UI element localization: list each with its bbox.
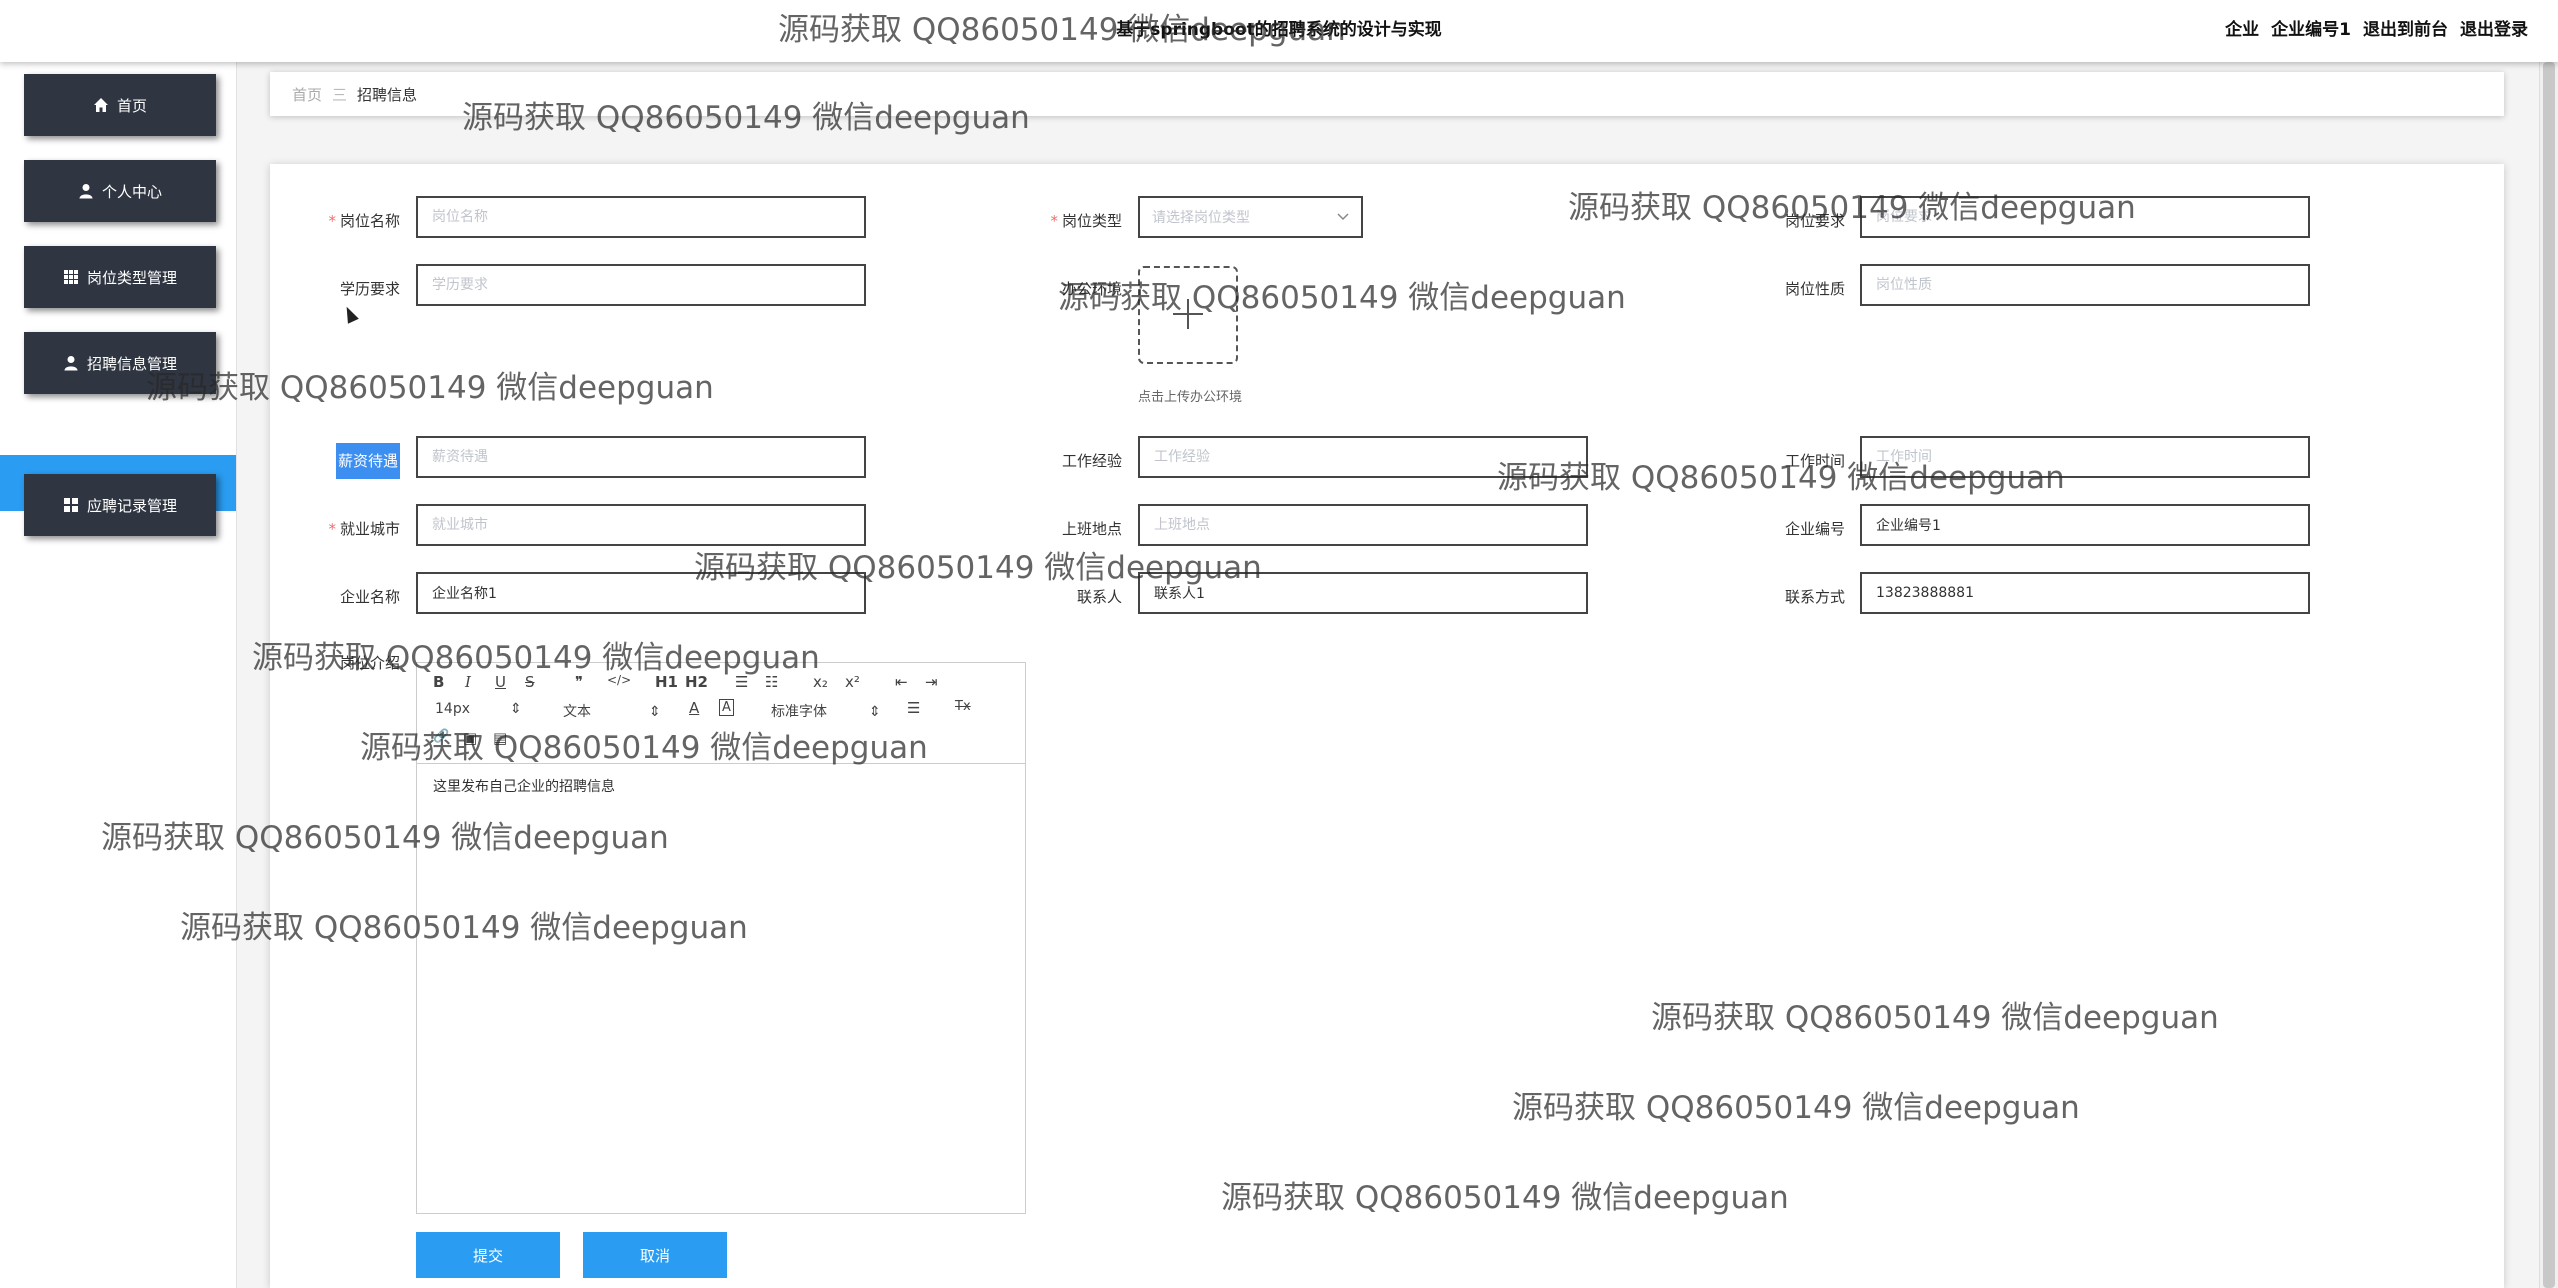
h1-button[interactable]: H1	[655, 673, 678, 691]
back-to-frontend-link[interactable]: 退出到前台	[2363, 15, 2448, 40]
location-label: 上班地点	[1061, 520, 1122, 538]
company-no-input[interactable]	[1860, 504, 2310, 546]
bold-button[interactable]: B	[433, 673, 444, 691]
video-icon[interactable]: ▤	[493, 729, 507, 747]
font-family-picker[interactable]: 标准字体 ⇕	[771, 701, 881, 721]
align-button[interactable]: ☰	[907, 699, 920, 717]
link-icon[interactable]: 🔗	[433, 729, 449, 744]
home-icon	[93, 97, 109, 113]
job-nature-input[interactable]	[1860, 264, 2310, 306]
outdent-button[interactable]: ⇤	[895, 673, 908, 691]
job-requirement-input[interactable]	[1860, 196, 2310, 238]
subscript-button[interactable]: x₂	[813, 673, 828, 691]
role-label: 企业	[2225, 20, 2260, 40]
breadcrumb-current: 招聘信息	[357, 85, 418, 104]
education-input[interactable]	[416, 264, 866, 306]
indent-button[interactable]: ⇥	[925, 673, 938, 691]
ordered-list-button[interactable]: ☰	[735, 673, 748, 691]
sidebar-item-profile[interactable]: 个人中心	[24, 160, 216, 222]
strike-button[interactable]: S	[525, 673, 535, 691]
user-label: 企业编号1	[2271, 20, 2351, 40]
job-name-label: * 岗位名称	[328, 212, 400, 230]
chevron-down-icon	[1337, 209, 1349, 225]
experience-input[interactable]	[1138, 436, 1588, 478]
job-name-input[interactable]	[416, 196, 866, 238]
job-type-select[interactable]: 请选择岗位类型	[1138, 196, 1363, 238]
underline-button[interactable]: U	[495, 673, 506, 691]
company-no-label: 企业编号	[1784, 520, 1845, 538]
job-type-placeholder: 请选择岗位类型	[1152, 210, 1250, 226]
education-label: 学历要求	[339, 280, 400, 298]
editor-content[interactable]: 这里发布自己企业的招聘信息	[417, 764, 1025, 808]
cancel-button[interactable]: 取消	[583, 1232, 727, 1278]
image-icon[interactable]: ▣	[463, 729, 477, 747]
page-scrollbar[interactable]	[2539, 62, 2558, 1288]
submit-button[interactable]: 提交	[416, 1232, 560, 1278]
superscript-button[interactable]: x²	[845, 673, 860, 691]
header-actions: 企业 企业编号1 退出到前台 退出登录	[2225, 15, 2528, 40]
company-name-input[interactable]	[416, 572, 866, 614]
recruit-form: *岗位名称 *岗位类型 请选择岗位类型 岗位要求 学历要求 办公环境 点击上传办…	[270, 164, 2504, 1288]
work-time-label: 工作时间	[1784, 452, 1845, 470]
grid-icon	[63, 269, 79, 285]
font-color-button[interactable]: A	[689, 699, 699, 717]
sidebar-item-label: 岗位类型管理	[86, 268, 177, 287]
h2-button[interactable]: H2	[685, 673, 708, 691]
work-time-input[interactable]	[1860, 436, 2310, 478]
sidebar: 首页 个人中心 岗位类型管理 招聘信息管理 招聘信息 应聘记录管理	[0, 62, 237, 1288]
top-header: 基于springboot的招聘系统的设计与实现 企业 企业编号1 退出到前台 退…	[0, 0, 2558, 62]
user-icon	[78, 183, 94, 199]
sidebar-item-recruit[interactable]: 招聘信息管理	[24, 332, 216, 394]
job-requirement-label: 岗位要求	[1784, 212, 1845, 230]
experience-label: 工作经验	[1061, 452, 1122, 470]
sidebar-item-job-type[interactable]: 岗位类型管理	[24, 246, 216, 308]
phone-label: 联系方式	[1784, 588, 1845, 606]
salary-input[interactable]	[416, 436, 866, 478]
bullet-list-button[interactable]: ☷	[765, 673, 778, 691]
rich-text-editor: B I U S ❞ </> H1 H2 ☰ ☷ x₂ x² ⇤ ⇥ 14px ⇕ …	[416, 662, 1026, 1214]
updown-icon: ⇕	[649, 704, 661, 720]
background-color-button[interactable]: A	[719, 699, 734, 716]
updown-icon: ⇕	[869, 704, 881, 720]
italic-button[interactable]: I	[465, 673, 471, 691]
user-icon	[63, 355, 79, 371]
upload-tip: 点击上传办公环境	[1138, 390, 1243, 405]
city-input[interactable]	[416, 504, 866, 546]
header-picker[interactable]: 文本 ⇕	[563, 701, 661, 721]
salary-label: 薪资待遇	[270, 438, 400, 484]
contact-label: 联系人	[1076, 588, 1122, 606]
contact-input[interactable]	[1138, 572, 1588, 614]
clean-format-button[interactable]: Tx	[955, 699, 971, 714]
font-size-picker[interactable]: 14px ⇕	[435, 701, 522, 717]
code-button[interactable]: </>	[607, 673, 631, 687]
city-label: * 就业城市	[328, 520, 400, 538]
company-name-label: 企业名称	[339, 588, 400, 606]
app-title: 基于springboot的招聘系统的设计与实现	[1116, 20, 1442, 40]
office-env-label: 办公环境	[1061, 280, 1122, 298]
updown-icon: ⇕	[510, 701, 522, 717]
phone-input[interactable]	[1860, 572, 2310, 614]
breadcrumb: 首页 三 招聘信息	[270, 72, 2504, 116]
logout-link[interactable]: 退出登录	[2460, 15, 2528, 40]
quote-button[interactable]: ❞	[575, 673, 583, 691]
sidebar-item-home[interactable]: 首页	[24, 74, 216, 136]
description-label: 岗位介绍	[339, 654, 400, 672]
job-nature-label: 岗位性质	[1784, 280, 1845, 298]
plus-icon	[1171, 288, 1205, 342]
sidebar-item-label: 首页	[116, 96, 147, 115]
sidebar-item-label: 个人中心	[101, 182, 162, 201]
editor-toolbar: B I U S ❞ </> H1 H2 ☰ ☷ x₂ x² ⇤ ⇥ 14px ⇕ …	[417, 663, 1025, 764]
job-type-label: * 岗位类型	[1050, 212, 1122, 230]
scrollbar-thumb[interactable]	[2543, 62, 2555, 1288]
location-input[interactable]	[1138, 504, 1588, 546]
breadcrumb-separator: 三	[332, 85, 348, 104]
sidebar-item-applications[interactable]: 应聘记录管理	[24, 474, 216, 536]
breadcrumb-home[interactable]: 首页	[292, 84, 322, 105]
sidebar-item-label: 应聘记录管理	[86, 496, 177, 515]
upload-office-env[interactable]	[1138, 266, 1238, 364]
grid-icon	[63, 497, 79, 513]
sidebar-item-label: 招聘信息管理	[86, 354, 177, 373]
